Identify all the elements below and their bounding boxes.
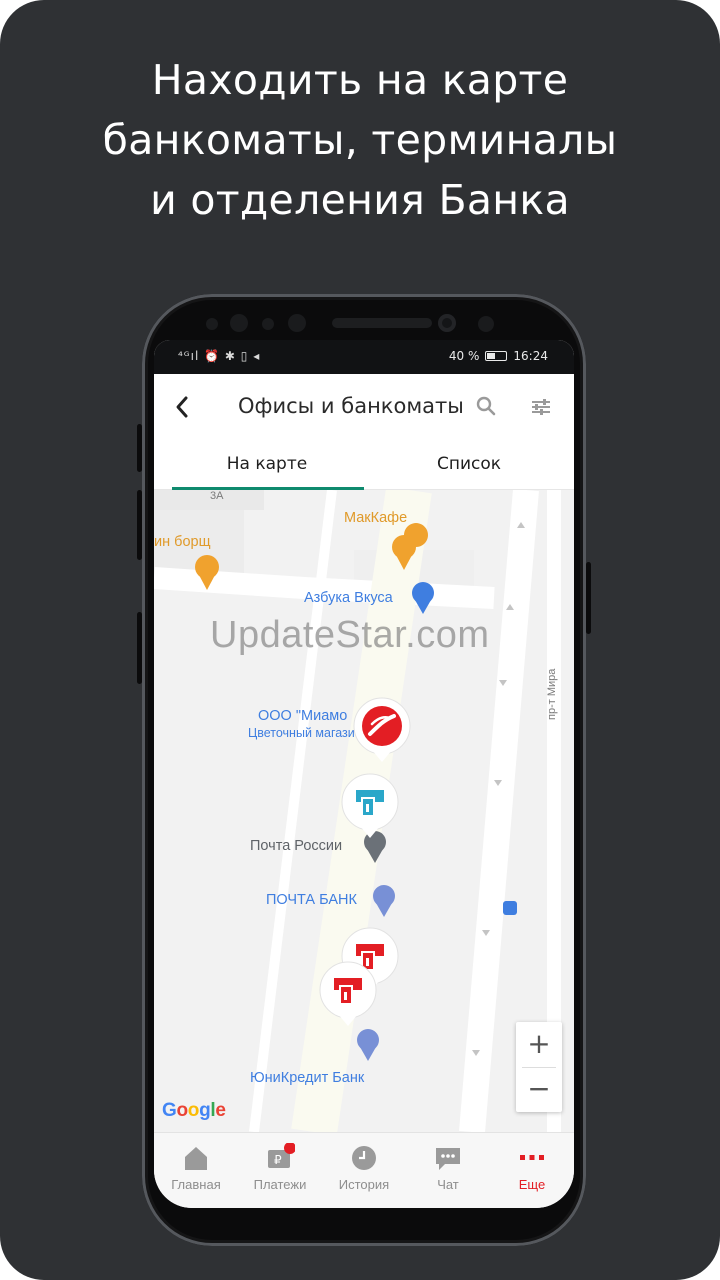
iris-scanner <box>478 316 494 332</box>
back-arrow-icon[interactable] <box>170 392 194 422</box>
search-icon[interactable] <box>476 396 496 416</box>
earpiece-speaker <box>332 318 432 328</box>
app-bar: Офисы и банкоматы <box>154 374 574 440</box>
view-tabs: На карте Список <box>154 440 574 490</box>
nav-chat-label: Чат <box>437 1177 459 1192</box>
tab-list[interactable]: Список <box>374 454 564 474</box>
chat-icon <box>436 1148 460 1170</box>
promo-canvas: Находить на карте банкоматы, терминалы и… <box>0 0 720 1280</box>
terminal-marker[interactable] <box>338 772 402 844</box>
phone-frame: ⁴ᴳıl ⏰ ✱ ▯ ◂ 40 % 16:24 Офисы и банкомат… <box>137 294 591 1246</box>
screen-title: Офисы и банкоматы <box>238 394 464 418</box>
poi-unicredit[interactable]: ЮниКредит Банк <box>250 1070 364 1086</box>
phone-screen: ⁴ᴳıl ⏰ ✱ ▯ ◂ 40 % 16:24 Офисы и банкомат… <box>154 340 574 1208</box>
zoom-controls: + − <box>516 1022 562 1112</box>
svg-text:₽: ₽ <box>274 1153 282 1167</box>
map-view[interactable]: 3А пр-т Мира МакКафе ин борщ Азбука Вкус… <box>154 490 574 1132</box>
poi-borsch[interactable]: ин борщ <box>154 534 211 550</box>
zoom-out-button[interactable]: − <box>516 1067 562 1112</box>
poi-miamo[interactable]: ООО "Миамо <box>258 708 347 724</box>
light-sensor <box>262 318 274 330</box>
google-attribution: Google <box>162 1100 226 1121</box>
home-icon <box>185 1147 207 1170</box>
poi-pochta-rossii[interactable]: Почта России <box>250 838 342 854</box>
nav-more-label: Еще <box>518 1177 546 1192</box>
power-button <box>586 562 591 634</box>
poi-flower-shop[interactable]: Цветочный магази <box>248 726 355 740</box>
promo-headline: Находить на карте банкоматы, терминалы и… <box>0 50 720 230</box>
status-right: 40 % 16:24 <box>449 349 548 363</box>
status-time: 16:24 <box>513 349 548 363</box>
status-bar: ⁴ᴳıl ⏰ ✱ ▯ ◂ 40 % 16:24 <box>154 340 574 374</box>
nav-payments-label: Платежи <box>253 1177 307 1192</box>
nav-chat[interactable]: Чат <box>406 1143 490 1192</box>
front-camera <box>438 314 456 332</box>
poi-azbuka-vkusa[interactable]: Азбука Вкуса <box>304 590 393 606</box>
battery-icon <box>485 351 508 361</box>
bank-office-marker[interactable] <box>350 696 414 768</box>
payments-icon: ₽ <box>268 1143 295 1168</box>
headline-line-3: и отделения Банка <box>150 176 570 224</box>
more-dots-icon <box>520 1155 544 1160</box>
bixby-button <box>137 612 142 684</box>
history-clock-icon <box>352 1146 376 1170</box>
headline-line-1: Находить на карте <box>151 56 569 104</box>
filter-sliders-icon[interactable] <box>530 396 552 418</box>
proximity-sensor <box>206 318 218 330</box>
volume-down-button <box>137 490 142 560</box>
poi-pochta-bank[interactable]: ПОЧТА БАНК <box>266 892 357 908</box>
poi-mccafe[interactable]: МакКафе <box>344 510 407 526</box>
nav-history[interactable]: История <box>322 1143 406 1192</box>
tab-map[interactable]: На карте <box>172 454 362 474</box>
road-label-3a: 3А <box>210 490 224 502</box>
watermark-text: UpdateStar.com <box>210 614 490 656</box>
nav-home[interactable]: Главная <box>154 1143 238 1192</box>
iris-sensor <box>230 314 248 332</box>
road-label-prospekt-mira: пр-т Мира <box>546 668 558 720</box>
status-icons: ⁴ᴳıl ⏰ ✱ ▯ ◂ <box>178 349 261 363</box>
front-sensor <box>288 314 306 332</box>
battery-percent: 40 % <box>448 349 480 363</box>
bottom-navigation: Главная ₽ Платежи История Чат Еще <box>154 1132 574 1208</box>
headline-line-2: банкоматы, терминалы <box>102 116 618 164</box>
zoom-in-button[interactable]: + <box>516 1022 562 1067</box>
nav-history-label: История <box>338 1177 390 1192</box>
volume-up-button <box>137 424 142 472</box>
nav-payments[interactable]: ₽ Платежи <box>238 1143 322 1192</box>
atm-marker-2[interactable] <box>316 960 380 1032</box>
nav-home-label: Главная <box>171 1177 221 1192</box>
nav-more[interactable]: Еще <box>490 1143 574 1192</box>
